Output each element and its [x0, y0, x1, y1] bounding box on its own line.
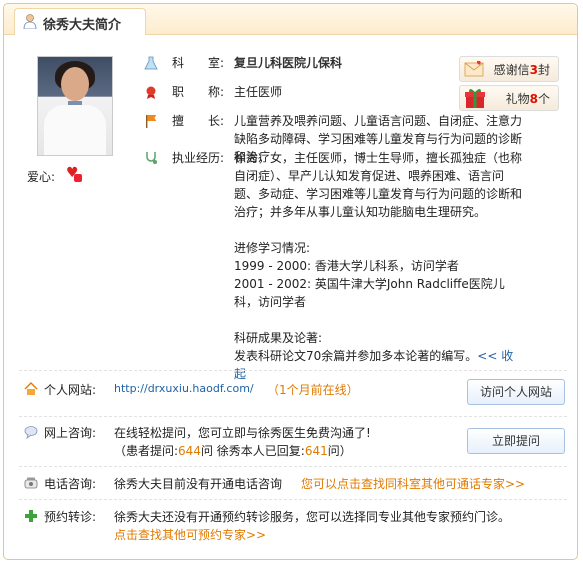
website-url[interactable]: http://drxuxiu.haodf.com/ [114, 382, 254, 395]
page-title: 徐秀大夫简介 [43, 18, 122, 33]
thanks-letter-badge[interactable]: 感谢信3封 [459, 56, 559, 82]
thanks-unit: 封 [537, 63, 550, 77]
gift-label: 礼物 [505, 92, 530, 106]
research-text: 发表科研论文70余篇并参加多本论著的编写。 [234, 349, 478, 363]
research-title: 科研成果及论著: [234, 331, 323, 345]
online-status: （1个月前在线） [267, 383, 359, 397]
title-label: 职 称: [172, 85, 225, 99]
panel-header: 徐秀大夫简介 [4, 4, 577, 35]
stats-prefix: （患者提问: [114, 444, 179, 458]
flag-icon [146, 115, 157, 128]
experience-content: 徐秀，女，主任医师，博士生导师，擅长孤独症（也称自闭症）、早产儿认知发育促进、喂… [234, 149, 524, 383]
love-label: 爱心: [27, 170, 56, 184]
gift-unit: 个 [537, 92, 550, 106]
visit-website-button[interactable]: 访问个人网站 [467, 379, 565, 405]
doctor-profile-panel: 徐秀大夫简介 爱心: ♥ 科 室: 复旦儿科医院儿保科 职 称: 主任医师 擅 … [3, 3, 578, 560]
appointment-text: 徐秀大夫还没有开通预约转诊服务，您可以选择同专业其他专家预约门诊。 [114, 510, 511, 524]
thanks-count: 3 [529, 63, 538, 77]
experience-label: 执业经历: [172, 151, 225, 165]
divider [19, 466, 567, 467]
study-title: 进修学习情况: [234, 241, 311, 255]
chat-bubble-icon [24, 426, 38, 439]
house-icon [24, 382, 38, 395]
gift-count: 8 [529, 92, 538, 106]
header-tab: 徐秀大夫简介 [14, 8, 146, 35]
phone-text: 徐秀大夫目前没有开通电话咨询 [114, 477, 283, 491]
study-item: 1999 - 2000: 香港大学儿科系，访问学者 [234, 259, 459, 273]
envelope-icon [464, 61, 484, 77]
medal-icon [146, 86, 156, 99]
doctor-icon [23, 14, 37, 29]
stethoscope-icon [146, 152, 157, 164]
appointment-label: 预约转诊: [44, 510, 97, 524]
heart-badge-icon [74, 174, 82, 182]
telephone-icon [24, 477, 38, 489]
find-appointment-expert-link[interactable]: 点击查找其他可预约专家>> [114, 526, 266, 543]
website-label: 个人网站: [44, 383, 97, 397]
phone-label: 电话咨询: [44, 477, 97, 491]
doctor-reply-count: 641 [304, 444, 328, 458]
consult-text: 在线轻松提问，您可立即与徐秀医生免费沟通了! [114, 426, 371, 440]
divider [19, 416, 567, 417]
study-item: 2001 - 2002: 英国牛津大学John Radcliffe医院儿科，访问… [234, 277, 505, 309]
plus-icon [25, 510, 37, 522]
department-label: 科 室: [172, 56, 225, 70]
gift-icon [465, 89, 485, 108]
divider [19, 370, 567, 371]
thanks-label: 感谢信 [493, 63, 530, 77]
doctor-photo [37, 56, 113, 156]
specialty-label: 擅 长: [172, 114, 225, 128]
divider [19, 499, 567, 500]
patient-question-count: 644 [178, 444, 201, 458]
flask-icon [144, 56, 158, 70]
research-line: 发表科研论文70余篇并参加多本论著的编写。<< 收起 [234, 347, 524, 383]
consult-label: 网上咨询: [44, 426, 97, 440]
ask-now-button[interactable]: 立即提问 [467, 428, 565, 454]
consult-stats: （患者提问:644问 徐秀本人已回复:641问） [114, 442, 352, 459]
find-phone-expert-link[interactable]: 您可以点击查找同科室其他可通话专家>> [301, 475, 525, 492]
stats-suffix: 问） [327, 444, 352, 458]
stats-mid: 问 徐秀本人已回复: [200, 444, 305, 458]
experience-text: 徐秀，女，主任医师，博士生导师，擅长孤独症（也称自闭症）、早产儿认知发育促进、喂… [234, 151, 523, 219]
gift-badge[interactable]: 礼物8个 [459, 85, 559, 111]
